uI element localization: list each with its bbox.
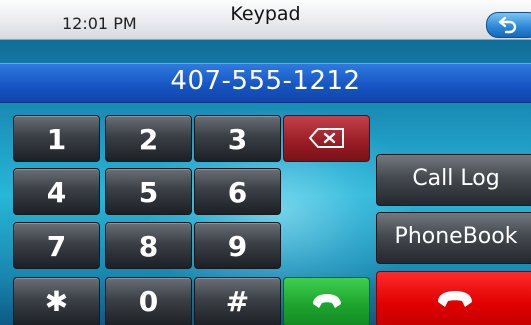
call-log-label: Call Log bbox=[412, 166, 500, 191]
back-button[interactable] bbox=[486, 12, 531, 38]
key-label: 2 bbox=[138, 123, 159, 156]
key-label: # bbox=[225, 285, 250, 318]
status-bar: 12:01 PM Keypad bbox=[0, 0, 531, 40]
dialed-number: 407-555-1212 bbox=[170, 66, 361, 96]
call-button[interactable] bbox=[283, 277, 370, 325]
key-label: ✱ bbox=[44, 285, 69, 318]
end-call-button[interactable] bbox=[376, 271, 531, 325]
phonebook-label: PhoneBook bbox=[394, 224, 518, 249]
phone-handset-icon bbox=[313, 294, 341, 308]
page-title: Keypad bbox=[230, 3, 301, 25]
key-label: 5 bbox=[138, 176, 159, 209]
key-hash[interactable]: # bbox=[194, 277, 281, 325]
key-3[interactable]: 3 bbox=[194, 115, 281, 162]
key-label: 8 bbox=[138, 230, 159, 263]
key-label: 7 bbox=[46, 230, 67, 263]
phone-screen: 12:01 PM Keypad 407-555-1212 1 2 3 4 5 6… bbox=[0, 0, 531, 325]
key-7[interactable]: 7 bbox=[13, 222, 100, 269]
back-arrow-icon bbox=[498, 16, 517, 34]
hang-up-icon bbox=[438, 291, 472, 307]
key-label: 0 bbox=[138, 285, 159, 318]
key-label: 6 bbox=[227, 176, 248, 209]
key-6[interactable]: 6 bbox=[194, 168, 281, 215]
key-1[interactable]: 1 bbox=[13, 115, 100, 162]
key-2[interactable]: 2 bbox=[105, 115, 192, 162]
phonebook-button[interactable]: PhoneBook bbox=[376, 212, 531, 264]
call-log-button[interactable]: Call Log bbox=[376, 154, 531, 206]
key-label: 9 bbox=[227, 230, 248, 263]
key-5[interactable]: 5 bbox=[105, 168, 192, 215]
key-label: 1 bbox=[46, 123, 67, 156]
backspace-icon bbox=[308, 128, 344, 148]
key-8[interactable]: 8 bbox=[105, 222, 192, 269]
key-star[interactable]: ✱ bbox=[13, 277, 100, 325]
dialed-number-display: 407-555-1212 bbox=[0, 63, 531, 103]
key-0[interactable]: 0 bbox=[105, 277, 192, 325]
key-label: 3 bbox=[227, 123, 248, 156]
key-4[interactable]: 4 bbox=[13, 168, 100, 215]
delete-button[interactable] bbox=[283, 115, 370, 162]
key-9[interactable]: 9 bbox=[194, 222, 281, 269]
key-label: 4 bbox=[46, 176, 67, 209]
